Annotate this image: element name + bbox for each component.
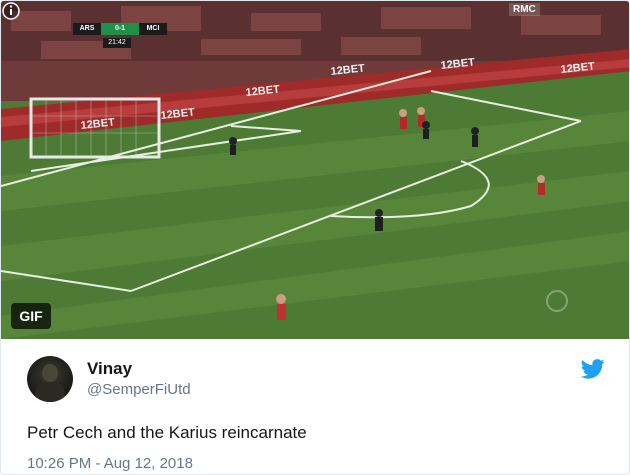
gif-media[interactable]: 12BET 12BET 12BET 12BET 12BET 12BET ARS 0-1 M… [1, 1, 629, 339]
scoreboard-home-team: ARS [73, 23, 101, 35]
football-pitch-scene: 12BET12BET12BET12BET 12BET 12BET [1, 1, 629, 339]
scoreboard-away-team: MCI [139, 23, 167, 35]
author-name[interactable]: Vinay [87, 359, 132, 379]
gif-badge: GIF [11, 303, 51, 329]
scoreboard-score: 0-1 [101, 23, 139, 35]
tweet-text: Petr Cech and the Karius reincarnate [27, 423, 307, 442]
scoreboard-clock: 21:42 [103, 38, 131, 48]
avatar[interactable] [27, 356, 73, 402]
broadcaster-watermark: RMC [509, 3, 540, 16]
tweet-timestamp[interactable]: 10:26 PM - Aug 12, 2018 [27, 455, 193, 472]
scoreboard: ARS 0-1 MCI 21:42 [73, 23, 167, 51]
author-handle[interactable]: @SemperFiUtd [87, 381, 191, 398]
tweet-card[interactable]: 12BET 12BET 12BET 12BET 12BET 12BET ARS 0-1 M… [0, 0, 630, 475]
twitter-bird-icon[interactable] [581, 359, 605, 379]
info-icon[interactable] [1, 1, 21, 21]
